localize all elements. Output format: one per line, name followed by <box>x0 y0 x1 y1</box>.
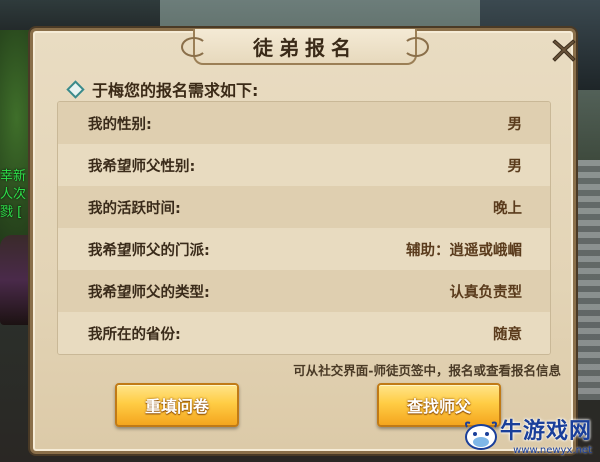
watermark-name: 牛游戏网 <box>499 419 592 444</box>
close-icon <box>552 39 576 62</box>
info-label: 我所在的省份: <box>88 326 181 343</box>
info-label: 我希望师父性别: <box>88 158 196 175</box>
info-label: 我的性别: <box>88 116 152 133</box>
info-row-master-sect: 我希望师父的门派: 辅助：逍遥或峨嵋 <box>58 228 550 270</box>
info-label: 我希望师父的门派: <box>88 242 210 259</box>
info-row-master-gender: 我希望师父性别: 男 <box>58 144 550 186</box>
refill-questionnaire-button[interactable]: 重填问卷 <box>115 383 239 427</box>
hint-text: 可从社交界面-师徒页签中，报名或查看报名信息 <box>293 363 561 378</box>
info-value: 认真负责型 <box>449 284 523 301</box>
info-value: 随意 <box>493 326 522 343</box>
info-value: 晚上 <box>493 200 522 217</box>
info-row-active-time: 我的活跃时间: 晚上 <box>58 186 550 228</box>
info-value: 男 <box>507 158 523 175</box>
info-row-province: 我所在的省份: 随意 <box>58 312 550 354</box>
close-button[interactable] <box>547 33 581 67</box>
diamond-bullet-icon <box>66 79 85 99</box>
site-watermark: 牛游戏网 www.newyx.net <box>462 413 592 456</box>
info-value: 男 <box>507 116 523 133</box>
cow-logo-icon <box>464 421 497 450</box>
info-label: 我希望师父的类型: <box>88 284 210 301</box>
dialog-title-bar: 徒弟报名 <box>181 29 429 65</box>
section-heading: 于梅您的报名需求如下: <box>66 77 259 101</box>
section-heading-text: 于梅您的报名需求如下: <box>92 81 259 100</box>
watermark-url: www.newyx.net <box>513 445 592 456</box>
info-row-gender: 我的性别: 男 <box>58 102 550 144</box>
info-label: 我的活跃时间: <box>88 200 181 217</box>
info-row-master-type: 我希望师父的类型: 认真负责型 <box>58 270 550 312</box>
apprentice-registration-dialog: 徒弟报名 于梅您的报名需求如下: 我的性别: 男 我希望师父性别: 男 我的活跃… <box>30 28 576 454</box>
info-value: 辅助：逍遥或峨嵋 <box>406 242 522 259</box>
dialog-title: 徒弟报名 <box>253 35 357 60</box>
registration-info-table: 我的性别: 男 我希望师父性别: 男 我的活跃时间: 晚上 我希望师父的门派: … <box>57 101 551 355</box>
